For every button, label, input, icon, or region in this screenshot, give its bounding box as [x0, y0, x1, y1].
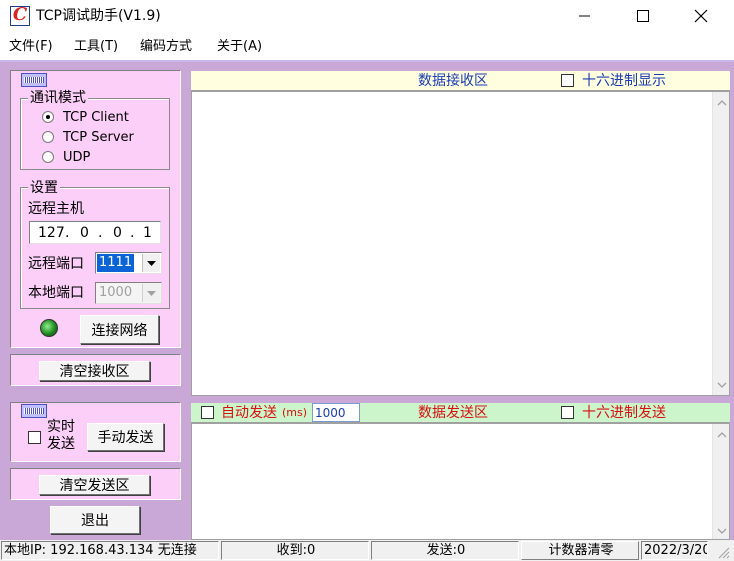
chevron-down-icon	[147, 290, 156, 296]
realtime-send-label-2: 发送	[47, 436, 75, 452]
auto-send-checkbox[interactable]	[201, 406, 214, 419]
status-received: 收到:0	[221, 541, 369, 560]
auto-send-label: 自动发送	[221, 405, 277, 421]
chevron-down-icon	[147, 260, 156, 266]
send-header: 自动发送 (ms) 1000 数据发送区 十六进制发送	[191, 403, 730, 423]
menu-bar: 文件(F) 工具(T) 编码方式 关于(A)	[0, 34, 734, 58]
realtime-send-checkbox[interactable]	[28, 431, 41, 444]
ip-octet-1: 127	[38, 225, 65, 241]
hex-send-checkbox[interactable]	[561, 406, 574, 419]
hex-display-checkbox[interactable]	[561, 74, 574, 87]
comm-mode-title: 通讯模式	[28, 90, 88, 106]
client-divider	[0, 60, 734, 62]
local-port-value: 1000	[99, 285, 133, 300]
maximize-button[interactable]	[620, 0, 666, 32]
window-title: TCP调试助手(V1.9)	[36, 8, 161, 24]
menu-encoding[interactable]: 编码方式	[140, 38, 192, 55]
dropdown-arrow-button[interactable]	[142, 254, 160, 272]
auto-send-unit: (ms)	[282, 406, 308, 419]
remote-host-label: 远程主机	[28, 201, 84, 217]
status-local-ip: 本地IP: 192.168.43.134 无连接	[1, 541, 219, 560]
radio-tcp-client-label: TCP Client	[63, 110, 129, 125]
exit-button[interactable]: 退出	[50, 506, 140, 534]
minimize-button[interactable]	[562, 0, 608, 32]
panel-grip-icon	[21, 73, 47, 87]
scroll-up-icon[interactable]	[713, 426, 730, 443]
radio-tcp-server[interactable]	[42, 131, 54, 143]
maximize-icon	[637, 10, 649, 22]
radio-udp[interactable]	[42, 151, 54, 163]
receive-header: 数据接收区 十六进制显示	[191, 71, 730, 91]
ip-dot: .	[130, 225, 135, 241]
send-scrollbar[interactable]	[712, 424, 729, 539]
remote-port-value: 1111	[97, 254, 135, 272]
local-port-label: 本地端口	[28, 285, 84, 301]
panel-grip-icon	[21, 404, 47, 418]
realtime-send-label-1: 实时	[47, 419, 75, 435]
minimize-icon	[579, 15, 590, 17]
scroll-down-icon[interactable]	[713, 376, 730, 393]
settings-title: 设置	[28, 180, 60, 196]
hex-display-label: 十六进制显示	[582, 73, 666, 89]
menu-file[interactable]: 文件(F)	[9, 38, 53, 55]
ip-dot: .	[65, 225, 70, 241]
menu-about[interactable]: 关于(A)	[217, 38, 262, 55]
app-logo-icon: C	[10, 5, 30, 26]
receive-area-title: 数据接收区	[418, 73, 488, 89]
connection-status-led-icon	[40, 319, 58, 337]
ip-dot: .	[98, 225, 103, 241]
ip-octet-2: 0	[80, 225, 89, 241]
ip-octet-4: 1	[143, 225, 152, 241]
remote-port-select[interactable]: 1111	[95, 252, 162, 274]
reset-counter-button[interactable]: 计数器清零	[521, 541, 639, 560]
local-port-select[interactable]: 1000	[95, 282, 162, 304]
connect-button[interactable]: 连接网络	[80, 315, 159, 344]
send-area-title: 数据发送区	[418, 405, 488, 421]
hex-send-label: 十六进制发送	[582, 405, 666, 421]
menu-tools[interactable]: 工具(T)	[74, 38, 118, 55]
auto-send-interval-input[interactable]: 1000	[312, 403, 360, 422]
resize-grip-icon[interactable]	[716, 545, 730, 559]
close-button[interactable]	[678, 0, 724, 32]
ip-octet-3: 0	[113, 225, 122, 241]
clear-receive-button[interactable]: 清空接收区	[39, 361, 150, 381]
close-icon	[694, 9, 708, 23]
radio-tcp-server-label: TCP Server	[63, 130, 134, 145]
dropdown-arrow-button[interactable]	[142, 284, 160, 302]
auto-send-interval-value: 1000	[315, 406, 346, 420]
radio-tcp-client[interactable]	[42, 111, 54, 123]
scroll-down-icon[interactable]	[713, 522, 730, 539]
clear-send-button[interactable]: 清空发送区	[39, 475, 150, 495]
remote-ip-input[interactable]: 127 . 0 . 0 . 1	[29, 221, 161, 244]
status-sent: 发送:0	[371, 541, 519, 560]
receive-scrollbar[interactable]	[712, 92, 729, 395]
scroll-up-icon[interactable]	[713, 94, 730, 111]
manual-send-button[interactable]: 手动发送	[87, 423, 164, 451]
receive-textarea[interactable]	[191, 91, 730, 396]
radio-udp-label: UDP	[63, 150, 91, 165]
status-date: 2022/3/20	[641, 541, 708, 560]
remote-port-label: 远程端口	[28, 256, 84, 272]
send-textarea[interactable]	[191, 423, 730, 540]
